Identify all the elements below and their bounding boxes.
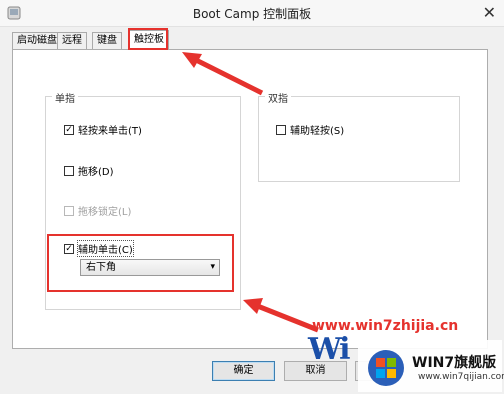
dragging-checkbox[interactable] [64, 165, 74, 176]
single-finger-title: 单指 [52, 90, 78, 105]
secondary-tap-option[interactable]: 辅助轻按(S) [276, 122, 344, 137]
secondary-tap-label: 辅助轻按(S) [290, 126, 345, 137]
watermark-logo-text: Wi [308, 332, 351, 367]
drag-lock-checkbox [64, 205, 74, 216]
window-title: Boot Camp 控制面板 [192, 7, 312, 21]
watermark-brand: WIN7旗舰版 [412, 355, 497, 371]
secondary-tap-checkbox[interactable] [276, 124, 286, 135]
dragging-label: 拖移(D) [78, 167, 114, 178]
windows-logo-icon [368, 350, 404, 386]
secondary-click-highlight-box [47, 234, 234, 292]
watermark-sub-url: www.win7qijian.com [418, 372, 504, 382]
tap-to-click-label: 轻按来单击(T) [78, 126, 142, 137]
tap-to-click-checkbox[interactable]: ✓ [64, 124, 74, 135]
title-bar: Boot Camp 控制面板 ✕ [0, 0, 504, 27]
two-finger-group: 双指 [258, 90, 460, 182]
tab-remote[interactable]: 远程 [57, 32, 87, 49]
dragging-option[interactable]: 拖移(D) [64, 163, 114, 178]
tap-to-click-option[interactable]: ✓ 轻按来单击(T) [64, 122, 142, 137]
drag-lock-option: 拖移锁定(L) [64, 203, 131, 218]
two-finger-title: 双指 [265, 90, 291, 105]
drag-lock-label: 拖移锁定(L) [78, 207, 132, 218]
tab-startup-disk[interactable]: 启动磁盘 [12, 32, 62, 49]
close-icon[interactable]: ✕ [483, 3, 496, 22]
tab-highlight-box [128, 28, 168, 50]
tab-keyboard[interactable]: 键盘 [92, 32, 122, 49]
ok-button[interactable]: 确定 [212, 361, 275, 381]
